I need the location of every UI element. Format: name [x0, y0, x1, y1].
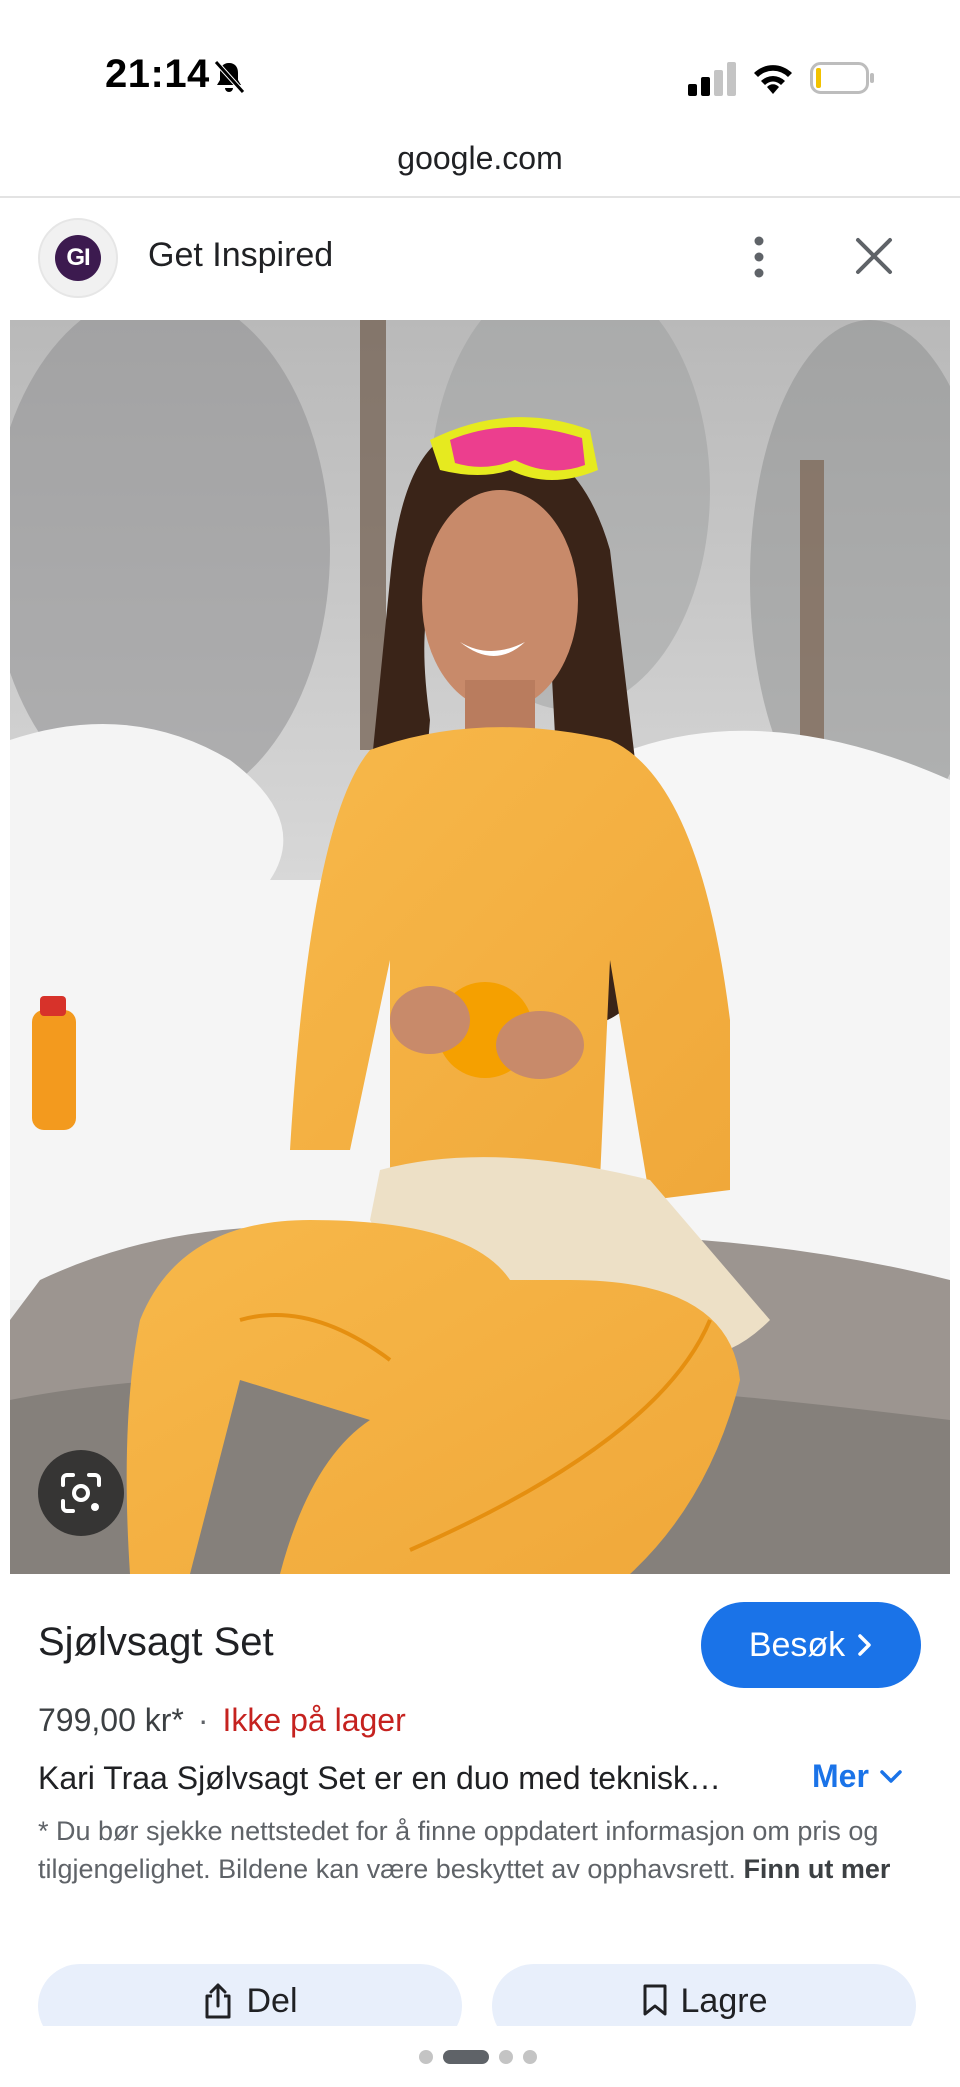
- site-avatar[interactable]: GI: [38, 218, 118, 298]
- product-description: Kari Traa Sjølvsagt Set er en duo med te…: [38, 1760, 721, 1796]
- chevron-right-icon: [858, 1634, 871, 1656]
- price: 799,00 kr*: [38, 1702, 184, 1738]
- page-dot: [443, 2050, 489, 2064]
- disclaimer: * Du bør sjekke nettstedet for å finne o…: [38, 1812, 918, 1888]
- more-button[interactable]: Mer: [812, 1758, 903, 1795]
- site-avatar-text: GI: [55, 235, 101, 281]
- separator-dot: ·: [197, 1702, 209, 1738]
- page-indicator: [419, 2048, 537, 2066]
- page-dot: [523, 2050, 537, 2064]
- stock-status: Ikke på lager: [222, 1702, 406, 1738]
- result-header: GI Get Inspired: [0, 198, 960, 320]
- product-title: Sjølvsagt Set: [38, 1620, 274, 1664]
- visit-button-label: Besøk: [748, 1625, 846, 1664]
- signal-icon: [688, 62, 736, 96]
- more-button-label: Mer: [812, 1758, 869, 1794]
- close-icon[interactable]: [852, 234, 896, 278]
- page-dot: [499, 2050, 513, 2064]
- product-image[interactable]: [10, 320, 950, 1574]
- more-vertical-icon[interactable]: [738, 234, 780, 280]
- visit-button[interactable]: Besøk: [701, 1602, 921, 1688]
- status-bar: 21:14: [0, 0, 960, 140]
- page-dot: [419, 2050, 433, 2064]
- learn-more-link[interactable]: Finn ut mer: [743, 1854, 890, 1884]
- clock: 21:14: [105, 52, 210, 96]
- price-line: 799,00 kr* · Ikke på lager: [38, 1702, 406, 1739]
- share-button-label: Del: [246, 1982, 298, 2020]
- product-photo-illustration: [10, 320, 950, 1574]
- site-name[interactable]: Get Inspired: [148, 236, 333, 275]
- chevron-down-icon: [880, 1769, 902, 1783]
- url-bar[interactable]: google.com: [0, 140, 960, 196]
- bookmark-icon: [643, 1984, 667, 2016]
- wifi-icon: [754, 65, 792, 94]
- share-icon: [205, 1983, 231, 2019]
- google-lens-button[interactable]: [38, 1450, 124, 1536]
- save-button-label: Lagre: [680, 1982, 768, 2020]
- google-lens-icon: [61, 1473, 101, 1513]
- battery-icon: [810, 62, 874, 94]
- bell-slash-icon: [214, 60, 245, 94]
